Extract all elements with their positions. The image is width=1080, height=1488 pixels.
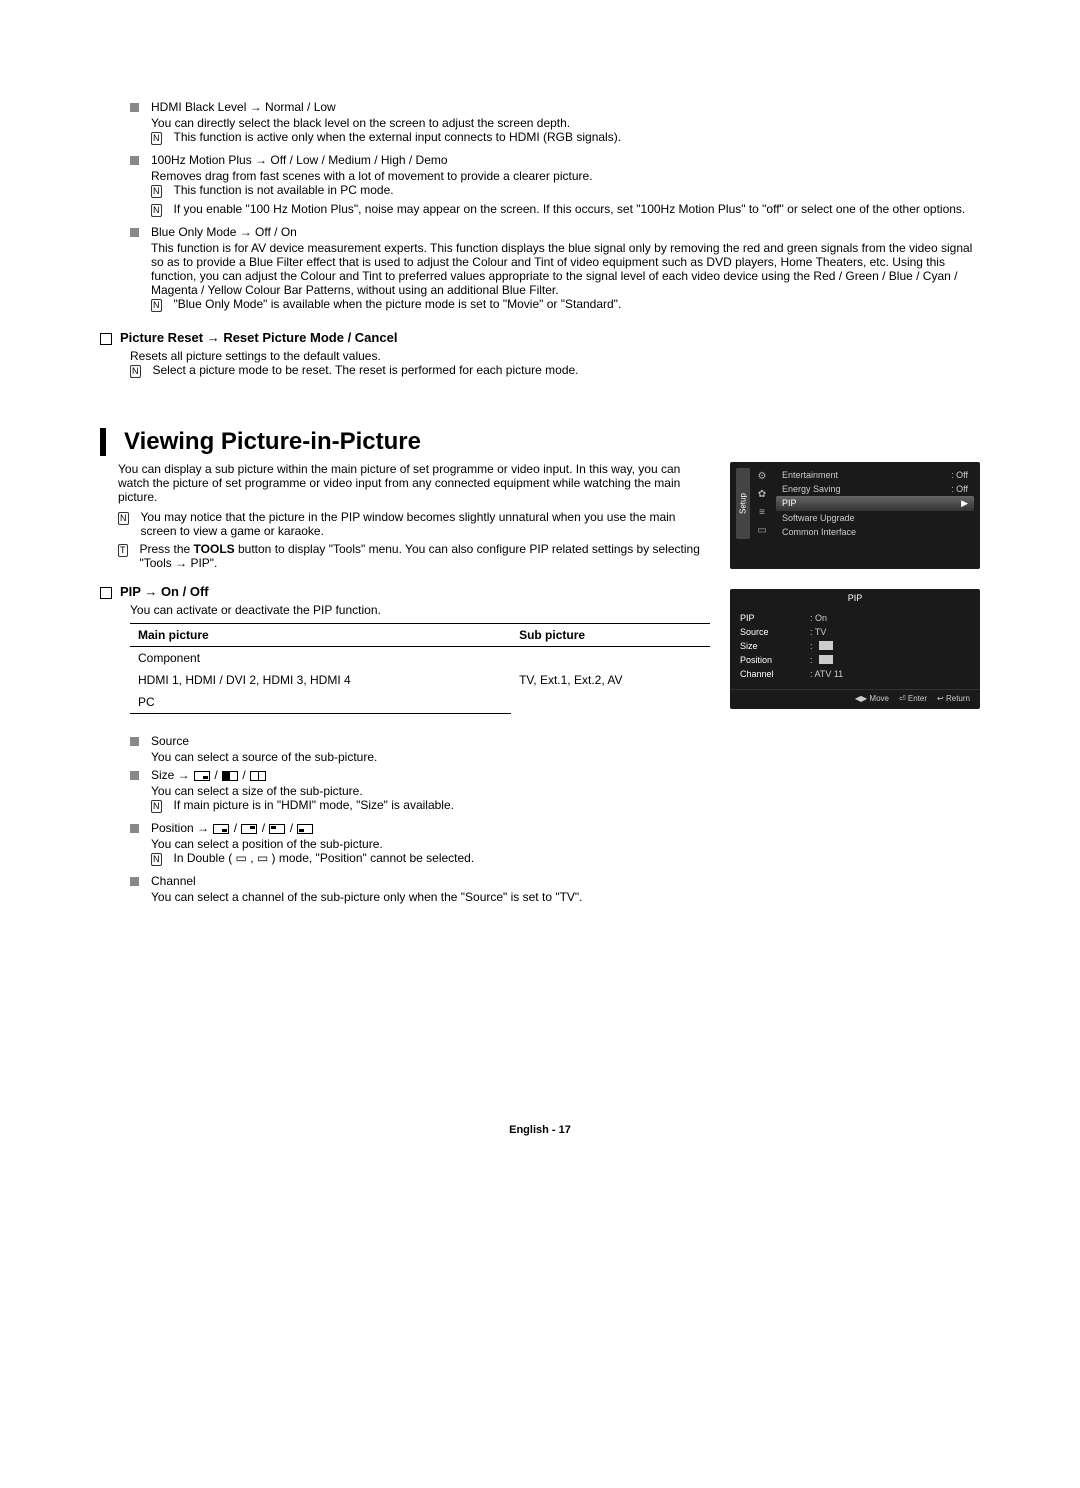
motion-note1: This function is not available in PC mod… [162,183,394,197]
pip-table-r3: PC [130,691,511,714]
motion-note2: If you enable "100 Hz Motion Plus", nois… [162,202,966,216]
osd-list: Entertainment: Off Energy Saving: Off PI… [772,468,974,539]
note-icon: N [151,800,162,813]
size-double1-icon [222,771,238,781]
note-icon: N [130,365,141,378]
size-double2-icon [250,771,266,781]
position-desc: You can select a position of the sub-pic… [151,837,474,851]
size-title: Size → / / [151,768,454,782]
item-blue: Blue Only Mode → Off / On This function … [100,225,980,316]
note-icon: N [151,185,162,198]
return-icon: ↩ [937,694,944,703]
bullet-icon [130,771,139,780]
item-motion: 100Hz Motion Plus → Off / Low / Medium /… [100,153,980,221]
pip-table-sub: TV, Ext.1, Ext.2, AV [511,647,710,714]
pip-onoff-heading: PIP → On / Off [100,584,710,599]
tools-icon: T [118,544,128,557]
pos-br-icon [213,824,229,834]
osd2-row-size: Size: [740,639,970,653]
osd2-row-pip: PIP: On [740,611,970,625]
bullet-icon [130,103,139,112]
checkbox-icon [100,587,112,599]
pos-tl-icon [269,824,285,834]
blue-note: "Blue Only Mode" is available when the p… [162,297,622,311]
source-desc: You can select a source of the sub-pictu… [151,750,377,764]
osd-row-software: Software Upgrade [776,511,974,525]
pip-heading: Viewing Picture-in-Picture [100,428,980,456]
broadcast-icon: ≡ [756,506,768,518]
size-desc: You can select a size of the sub-picture… [151,784,454,798]
pip-intro: You can display a sub picture within the… [118,462,710,504]
note-icon: N [151,132,162,145]
pip-table: Main picture Sub picture Component TV, E… [130,623,710,714]
hdmi-note: This function is active only when the ex… [162,130,622,144]
bullet-icon [130,737,139,746]
page-footer: English - 17 [100,1124,980,1136]
chevron-right-icon: ▶ [961,498,968,509]
motion-desc: Removes drag from fast scenes with a lot… [151,169,965,183]
size-thumb-icon [819,641,833,650]
position-title: Position → / / / [151,821,474,835]
osd-row-energy: Energy Saving: Off [776,482,974,496]
pip-table-h2: Sub picture [511,624,710,647]
pip-note-unnatural: You may notice that the picture in the P… [129,510,711,538]
blue-desc: This function is for AV device measureme… [151,241,980,297]
bullet-icon [130,156,139,165]
checkbox-icon [100,333,112,345]
pos-bl-icon [297,824,313,834]
osd-row-pip: PIP▶ [776,496,974,511]
gear-icon: ✿ [756,488,768,500]
pip-table-r2: HDMI 1, HDMI / DVI 2, HDMI 3, HDMI 4 [130,669,511,691]
osd2-row-position: Position: [740,653,970,667]
osd2-row-source: Source: TV [740,625,970,639]
pip-onoff-heading-text: PIP → On / Off [120,584,209,599]
bullet-icon [130,228,139,237]
picture-reset-heading-text: Picture Reset → Reset Picture Mode / Can… [120,330,397,345]
position-note: In Double ( ▭ , ▭ ) mode, "Position" can… [162,851,475,865]
osd-row-entertainment: Entertainment: Off [776,468,974,482]
source-title: Source [151,734,377,748]
osd2-footer: ◀▶ Move ⏎ Enter ↩ Return [730,689,980,709]
reset-note: Select a picture mode to be reset. The r… [141,363,579,377]
pip-tools-text: Press the TOOLS button to display "Tools… [128,542,711,570]
item-source: Source You can select a source of the su… [100,734,980,764]
pip-onoff-desc: You can activate or deactivate the PIP f… [100,603,710,617]
note-icon: N [151,204,162,217]
blue-title: Blue Only Mode → Off / On [151,225,980,239]
osd-icon-col: ⚙ ✿ ≡ ▭ [754,468,772,539]
bullet-icon [130,877,139,886]
pip-table-h1: Main picture [130,624,511,647]
move-icon: ◀▶ [855,694,867,703]
osd-setup-menu: Setup ⚙ ✿ ≡ ▭ Entertainment: Off Energy … [730,462,980,569]
enter-icon: ⏎ [899,694,906,703]
osd-pip-settings: PIP PIP: On Source: TV Size: Position: [730,589,980,709]
osd2-row-channel: Channel: ATV 11 [740,667,970,681]
item-position: Position → / / / You can select a positi… [100,821,980,870]
pos-tr-icon [241,824,257,834]
size-note: If main picture is in "HDMI" mode, "Size… [162,798,454,812]
picture-reset-heading: Picture Reset → Reset Picture Mode / Can… [100,330,980,345]
osd-row-ci: Common Interface [776,525,974,539]
note-icon: N [151,853,162,866]
hdmi-desc: You can directly select the black level … [151,116,621,130]
note-icon: N [118,512,129,525]
reset-desc: Resets all picture settings to the defau… [130,349,980,363]
input-icon: ▭ [756,524,768,536]
motion-title: 100Hz Motion Plus → Off / Low / Medium /… [151,153,965,167]
hdmi-title: HDMI Black Level → Normal / Low [151,100,621,114]
bullet-icon [130,824,139,833]
pip-table-r1: Component [130,647,511,670]
item-hdmi: HDMI Black Level → Normal / Low You can … [100,100,980,149]
page: HDMI Black Level → Normal / Low You can … [0,0,1080,1176]
osd2-title: PIP [730,589,980,607]
plug-icon: ⚙ [756,470,768,482]
note-icon: N [151,299,162,312]
size-small-icon [194,771,210,781]
position-thumb-icon [819,655,833,664]
item-channel: Channel You can select a channel of the … [100,874,980,904]
channel-title: Channel [151,874,583,888]
item-size: Size → / / You can select a size of the … [100,768,980,817]
osd-tab-setup: Setup [736,468,750,539]
channel-desc: You can select a channel of the sub-pict… [151,890,583,904]
